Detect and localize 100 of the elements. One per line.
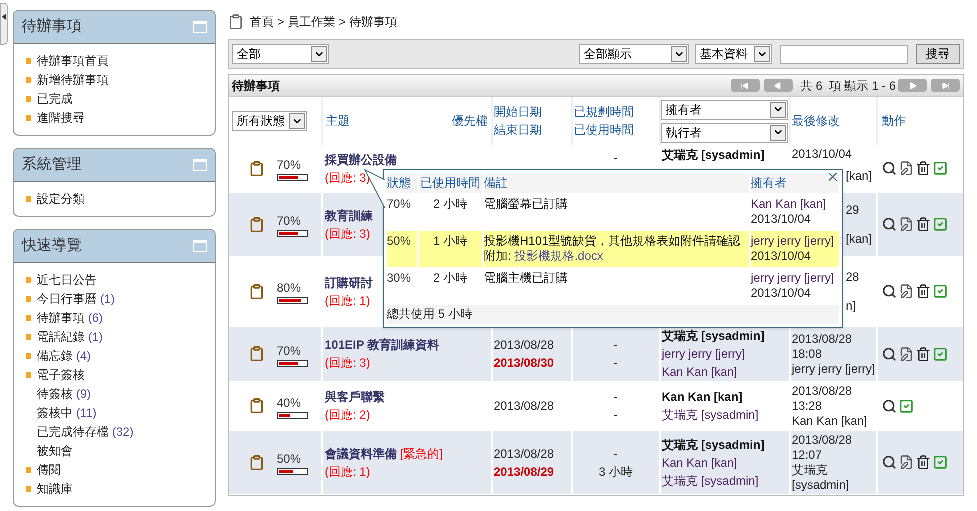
edit-icon[interactable]: [899, 161, 914, 176]
assignee-select[interactable]: 執行者: [661, 122, 788, 142]
trash-icon[interactable]: [916, 455, 931, 470]
edit-icon[interactable]: [899, 346, 914, 362]
check-icon[interactable]: [933, 346, 948, 362]
popup-date: 2013/10/04: [751, 249, 812, 264]
progress-percent: 40%: [277, 394, 302, 412]
reply-count[interactable]: (回應: 2): [325, 406, 491, 424]
check-icon[interactable]: [933, 455, 948, 470]
trash-icon[interactable]: [916, 217, 931, 232]
column-header[interactable]: 主題: [326, 112, 350, 130]
owner-name: 艾瑞克 [sysadmin]: [662, 328, 766, 345]
sidebar-link[interactable]: 待簽核 (9): [37, 385, 92, 403]
edit-icon[interactable]: [899, 284, 914, 299]
left-arrow-icon: [2, 14, 6, 20]
clipboard-icon: [249, 346, 265, 362]
popup-column-header: 狀態: [387, 174, 417, 193]
search-button[interactable]: 搜尋: [916, 44, 960, 64]
sidebar-link[interactable]: 簽核中 (11): [37, 404, 97, 422]
clipboard-icon: [249, 284, 265, 300]
status-select[interactable]: 所有狀態: [232, 111, 307, 131]
popup-column-header: 備註: [484, 174, 749, 193]
sidebar-link[interactable]: 電話紀錄 (1): [37, 328, 104, 346]
check-icon[interactable]: [899, 398, 914, 414]
modified-info: 12:07: [792, 448, 822, 462]
search-icon[interactable]: [882, 398, 897, 414]
category-select[interactable]: 全部: [232, 44, 329, 64]
task-subject[interactable]: 採買辦公設備: [325, 150, 491, 168]
popup-owner: jerry jerry [jerry]: [751, 271, 836, 286]
field-select[interactable]: 基本資料: [695, 44, 772, 64]
sidebar-link[interactable]: 已完成待存檔 (32): [37, 423, 134, 441]
search-icon[interactable]: [882, 161, 897, 176]
used-time: -: [614, 407, 618, 424]
edit-icon[interactable]: [899, 455, 914, 470]
sidebar-link[interactable]: 知識庫: [37, 480, 73, 498]
check-icon[interactable]: [933, 161, 948, 176]
check-icon[interactable]: [933, 217, 948, 232]
search-icon[interactable]: [882, 455, 897, 470]
popup-column-header: 已使用時間: [419, 174, 482, 193]
modified-info: 2013/08/28: [792, 332, 852, 346]
sidebar-link[interactable]: 設定分類: [37, 190, 85, 208]
column-header[interactable]: 最後修改: [792, 112, 840, 130]
modified-info: [kan]: [846, 232, 872, 246]
popup-status: 50%: [387, 231, 417, 267]
trash-icon[interactable]: [916, 346, 931, 362]
sidebar-link[interactable]: 傳閱: [37, 461, 61, 479]
modified-info: 艾瑞克: [792, 462, 828, 478]
start-date: 2013/08/28: [494, 398, 556, 415]
column-header[interactable]: 開始日期: [494, 103, 571, 121]
owner-select[interactable]: 擁有者: [661, 100, 788, 120]
column-header[interactable]: 結束日期: [494, 121, 571, 139]
sidebar-toggle[interactable]: [0, 3, 8, 45]
trash-icon[interactable]: [916, 161, 931, 176]
search-icon[interactable]: [882, 284, 897, 299]
popup-used-time: 1 小時: [419, 231, 482, 267]
column-header[interactable]: 優先權: [452, 112, 488, 130]
edit-icon[interactable]: [899, 217, 914, 232]
trash-icon[interactable]: [916, 284, 931, 299]
popup-note: 電腦主機已訂購: [484, 271, 569, 286]
sidebar-link[interactable]: 近七日公告: [37, 271, 97, 289]
assignee-name: Kan Kan [kan]: [662, 454, 738, 472]
end-date: 2013/08/29: [494, 464, 556, 480]
task-subject[interactable]: 會議資料準備 [緊急的]: [325, 444, 491, 462]
sidebar-link[interactable]: 已完成: [37, 90, 73, 108]
task-subject[interactable]: 101EIP 教育訓練資料: [325, 336, 491, 354]
attachment-link[interactable]: 投影機規格.docx: [514, 249, 604, 263]
progress-percent: 50%: [277, 451, 302, 468]
column-header[interactable]: 動作: [882, 114, 906, 128]
sidebar-link[interactable]: 備忘錄 (4): [37, 347, 92, 365]
modified-info: 18:08: [792, 346, 822, 362]
sidebar-link[interactable]: 待辦事項首頁: [37, 52, 109, 70]
search-icon[interactable]: [882, 217, 897, 232]
panel-title: 快速導覽: [22, 236, 82, 256]
sidebar-link[interactable]: 待辦事項 (6): [37, 309, 104, 327]
assignee-name: jerry jerry [jerry]: [662, 346, 746, 363]
modified-info: 29: [846, 202, 860, 218]
close-button[interactable]: [826, 170, 840, 184]
search-icon[interactable]: [882, 346, 897, 362]
total-time: 總共使用 5 小時: [387, 307, 472, 321]
check-icon[interactable]: [933, 284, 948, 299]
popup-owner: Kan Kan [kan]: [751, 197, 828, 212]
sidebar-link[interactable]: 被知會: [37, 442, 73, 460]
assignee-name: 艾瑞克 [sysadmin]: [662, 472, 760, 490]
task-subject[interactable]: 與客戶聯繫: [325, 388, 491, 406]
sidebar-link[interactable]: 新增待辦事項: [37, 71, 109, 89]
display-select[interactable]: 全部顯示: [579, 44, 689, 64]
popup-owner: jerry jerry [jerry]: [751, 234, 836, 249]
planned-time: -: [614, 150, 618, 167]
sidebar-link[interactable]: 電子簽核: [37, 366, 85, 384]
sidebar-link[interactable]: 今日行事曆 (1): [37, 290, 116, 308]
column-header[interactable]: 已規劃時間: [574, 103, 659, 121]
popup-date: 2013/10/04: [751, 286, 812, 301]
modified-info: 13:28: [792, 398, 822, 414]
modified-info: n]: [846, 298, 856, 314]
clipboard-icon: [249, 454, 265, 470]
sidebar-link[interactable]: 進階搜尋: [37, 109, 85, 127]
search-field[interactable]: [780, 44, 908, 64]
attachment-label: 附加:: [484, 249, 512, 263]
column-header[interactable]: 已使用時間: [574, 121, 659, 139]
modified-info: 2013/10/04: [792, 146, 852, 162]
